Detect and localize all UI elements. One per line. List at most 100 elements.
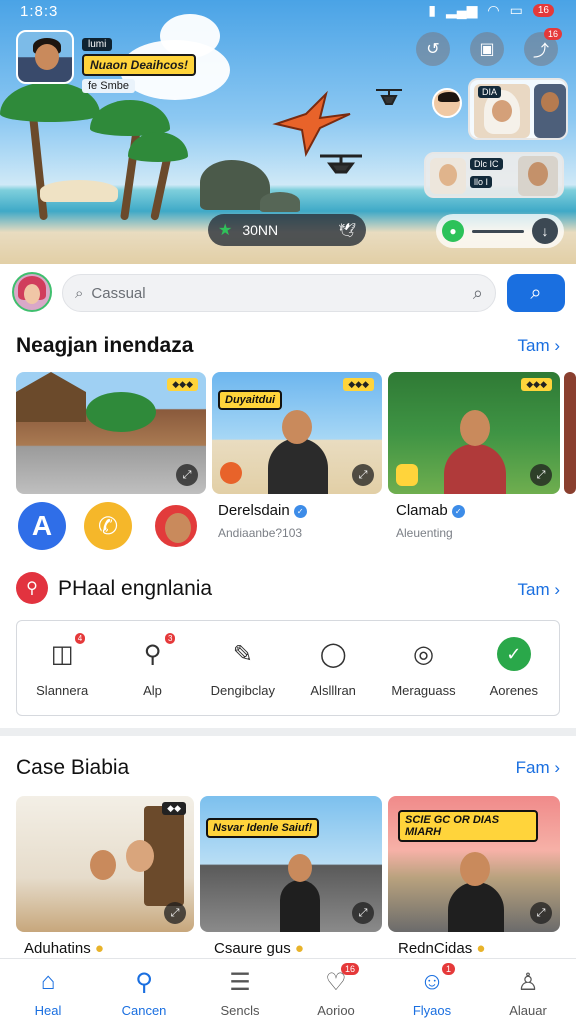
section-see-all-link[interactable]: Tam › [517, 580, 560, 600]
tool-chat[interactable]: ◯ Alslllran [288, 621, 378, 715]
expand-icon[interactable]: ⤢ [530, 902, 552, 924]
tool-camera[interactable]: ◫ 4 Slannera [17, 621, 107, 715]
search-button[interactable]: ⌕ [507, 274, 565, 312]
video-thumbnail[interactable] [564, 372, 576, 494]
section-see-all-link[interactable]: Tam › [517, 336, 560, 356]
square-button[interactable]: ▣ [470, 32, 504, 66]
nav-label: Heal [34, 1003, 62, 1018]
check-circle-icon: ✓ [496, 637, 531, 671]
search-input[interactable]: ⌕ Cassual ⌕ [62, 274, 496, 312]
video-thumbnail[interactable]: SCIE GC OR DIAS MIARH ⤢ [388, 796, 560, 932]
emoji-icon: ● [476, 940, 486, 957]
pen-icon: ✎ [232, 640, 253, 668]
nav-item-profile[interactable]: ♙ Alauar [480, 959, 576, 1024]
live-card-person [430, 158, 466, 194]
nav-label: Flyaos [412, 1003, 452, 1018]
avatar-face [460, 852, 490, 886]
video-thumbnail[interactable]: ◆◆ ⤢ [16, 796, 194, 932]
hero-pill[interactable]: ★ 30NN 🕊 [208, 214, 366, 246]
share-button[interactable]: ⤴ 16 [524, 28, 562, 66]
tree [86, 392, 156, 432]
status-time: 1:8:3 [20, 3, 59, 20]
video-thumbnail[interactable]: ◆◆◆ ⤢ [388, 372, 560, 494]
expand-icon[interactable]: ⤢ [352, 902, 374, 924]
avatar-face [541, 92, 559, 112]
live-card-2[interactable]: Dlc IC llo I [424, 152, 564, 198]
nav-label: Aorioo [317, 1003, 355, 1018]
palm-leaves [90, 100, 170, 136]
chat-pin-icon: ◯ [319, 640, 347, 668]
download-icon[interactable]: ↓ [532, 218, 558, 244]
tool-search[interactable]: ⚲ 3 Alp [107, 621, 197, 715]
expand-icon[interactable]: ⤢ [530, 464, 552, 486]
app-store-icon[interactable]: A [18, 502, 66, 550]
tool-label: Alslllran [310, 683, 356, 698]
avatar-face [126, 840, 154, 872]
live-card-tag: DIA [478, 86, 502, 98]
tool-message[interactable]: ◎ Meraguass [378, 621, 468, 715]
nav-item-people[interactable]: ☺ 1 Flyaos [384, 959, 480, 1024]
section-title: Neagjan inendaza [16, 334, 194, 357]
section-see-all-link[interactable]: Fam › [516, 758, 560, 778]
nav-item-documents[interactable]: ☰ Sencls [192, 959, 288, 1024]
hero-pill-text: 30NN [242, 222, 279, 238]
broadcaster-caption: lumi Nuaon Deaihcos! fe Smbe [82, 34, 197, 94]
broadcaster-avatar[interactable] [16, 30, 74, 84]
item-title[interactable]: Derelsdain ✓ [218, 502, 307, 519]
avatar-hair [438, 92, 460, 102]
person-icon: ☺ 1 [417, 963, 455, 997]
house-roof [16, 372, 86, 422]
tool-edit[interactable]: ✎ Dengibclay [198, 621, 288, 715]
status-bar: 1:8:3 ▮ ▂▄▆ ◠ ▭ 16 [0, 0, 576, 22]
avatar-face [460, 410, 490, 446]
thumbnail-ribbon: ◆◆◆ [521, 378, 552, 391]
live-card-1[interactable]: DIA [468, 78, 568, 140]
search-row: ⌕ Cassual ⌕ ⌕ [0, 268, 576, 320]
tool-label: Alp [143, 683, 162, 698]
person-body [444, 444, 506, 494]
hero-banner[interactable]: 1:8:3 ▮ ▂▄▆ ◠ ▭ 16 lumi Nuaon Deaihcos! … [0, 0, 576, 264]
star-icon: ★ [218, 222, 233, 239]
item-title[interactable]: Csaure gus ● [214, 940, 304, 957]
status-notification-badge: 16 [532, 4, 554, 17]
avatar-face [282, 410, 312, 444]
video-thumbnail[interactable]: ◆◆◆ ⤢ [16, 372, 206, 494]
search-icon[interactable]: ⌕ [473, 283, 483, 304]
thumbnail-ribbon: ◆◆◆ [343, 378, 374, 391]
item-title[interactable]: RednCidas ● [398, 940, 485, 957]
expand-icon[interactable]: ⤢ [352, 464, 374, 486]
avatar-face [439, 164, 457, 186]
nav-item-home[interactable]: ⌂ Heal [0, 959, 96, 1024]
heart-icon: ♡ 16 [321, 963, 359, 997]
hero-actions: ↺ ▣ ⤴ 16 [416, 28, 562, 66]
video-thumbnail[interactable]: Duyaitdui ◆◆◆ ⤢ [212, 372, 382, 494]
item-subtitle: Aleuenting [396, 526, 453, 540]
section-title: Case Biabia [16, 756, 130, 779]
tool-active[interactable]: ✓ Aorenes [469, 621, 559, 715]
badge-icon [220, 462, 242, 484]
caption-headline: Nuaon Deaihcos! [82, 54, 197, 76]
phone-icon[interactable]: ✆ [84, 502, 132, 550]
document-icon: ☰ [229, 968, 251, 996]
user-avatar[interactable] [12, 272, 52, 312]
video-thumbnail[interactable]: Nsvar Idenle Saiuf! ⤢ [200, 796, 382, 932]
share-icon: ⤴ [532, 43, 549, 60]
slider-track[interactable] [472, 229, 524, 233]
tool-label: Aorenes [489, 683, 539, 698]
refresh-icon: ↺ [426, 41, 440, 58]
home-icon: ⌂ [40, 968, 56, 995]
viewer-avatar[interactable] [432, 88, 462, 118]
search-icon: ⚲ [135, 968, 153, 996]
item-title[interactable]: Aduhatins ● [24, 940, 104, 957]
nav-item-search[interactable]: ⚲ Cancen [96, 959, 192, 1024]
item-title[interactable]: Clamab ✓ [396, 502, 465, 519]
expand-icon[interactable]: ⤢ [176, 464, 198, 486]
beach-umbrella [40, 180, 118, 202]
nav-item-favorites[interactable]: ♡ 16 Aorioo [288, 959, 384, 1024]
hero-slider[interactable]: ● ↓ [436, 214, 564, 248]
creator-avatar[interactable] [152, 502, 200, 550]
expand-icon[interactable]: ⤢ [164, 902, 186, 924]
section-title: PHaal engnlania [58, 577, 213, 600]
refresh-button[interactable]: ↺ [416, 32, 450, 66]
drone-icon [320, 154, 362, 174]
